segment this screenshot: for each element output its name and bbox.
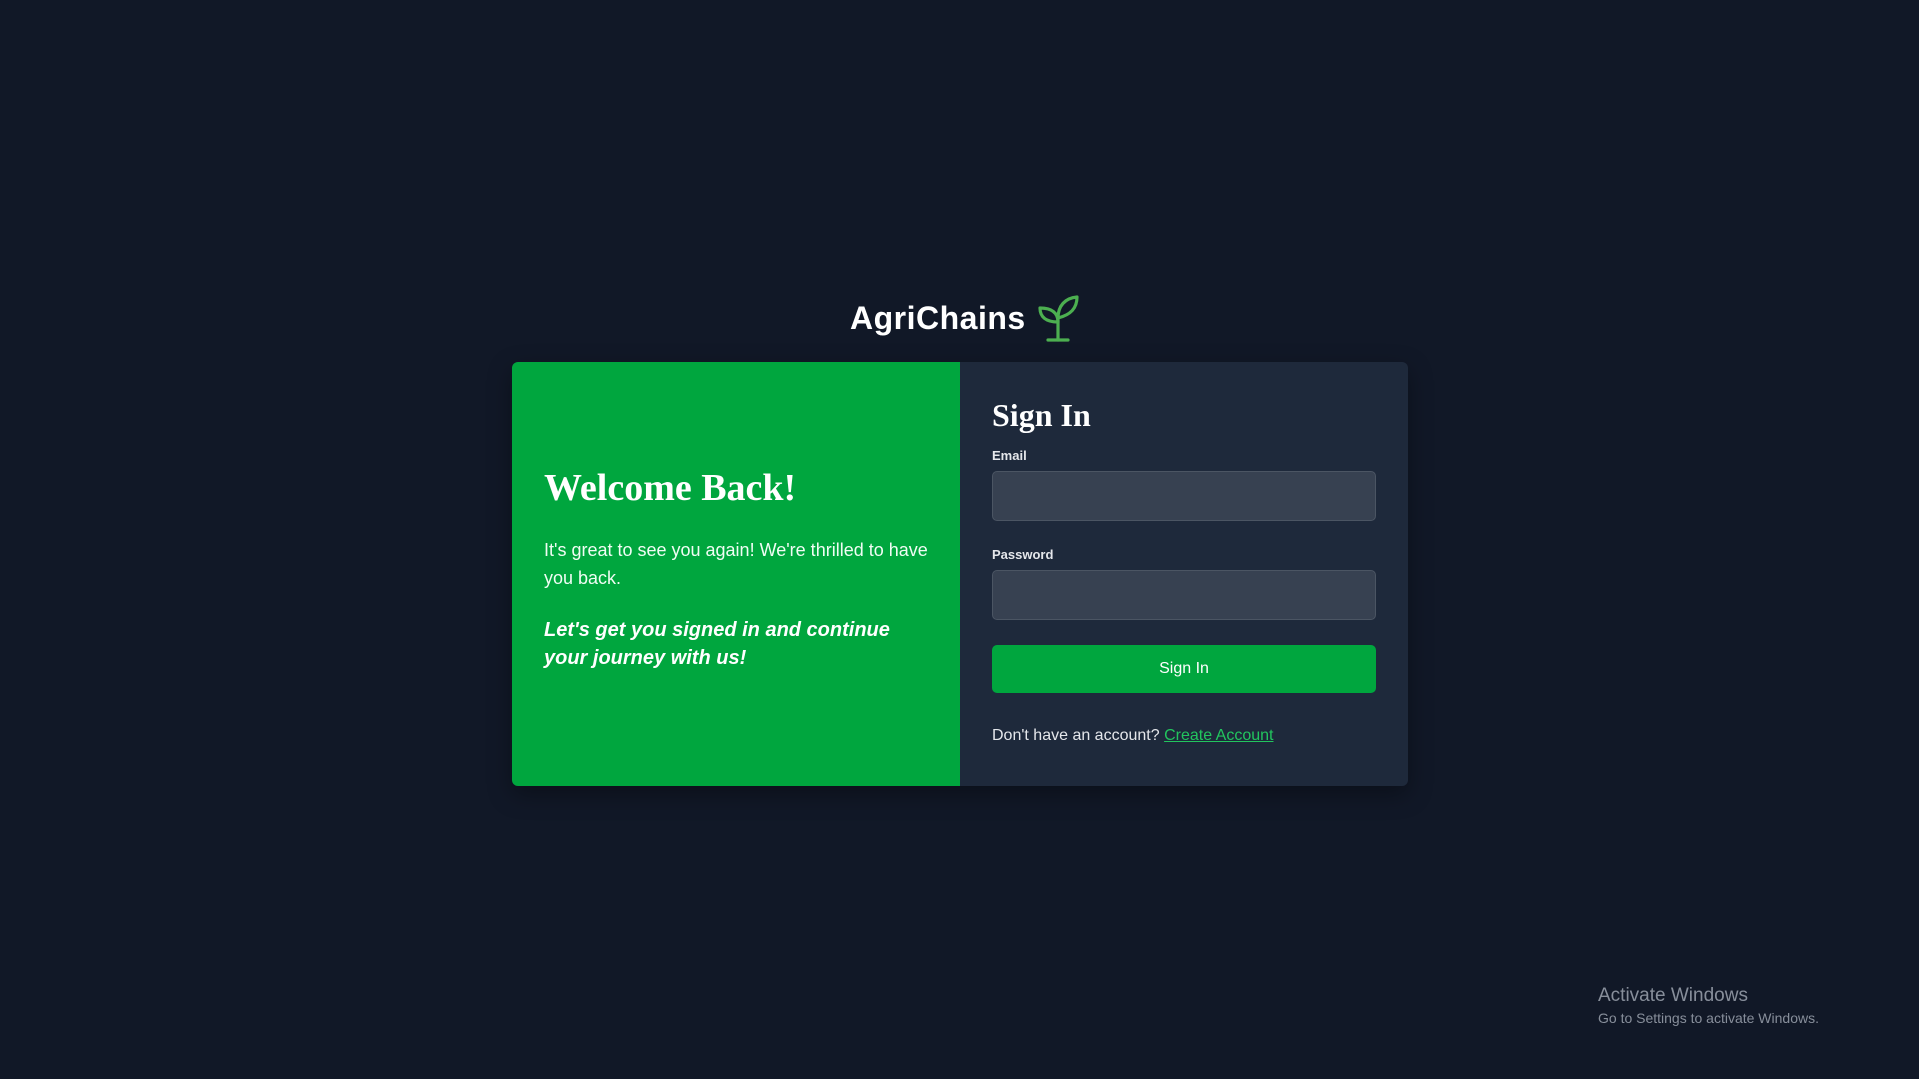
activate-windows-watermark: Activate Windows Go to Settings to activ… <box>1598 984 1819 1028</box>
welcome-title: Welcome Back! <box>544 467 797 509</box>
signin-button[interactable]: Sign In <box>992 645 1376 694</box>
create-account-link[interactable]: Create Account <box>1164 727 1273 744</box>
password-group: Password <box>992 547 1376 621</box>
watermark-title: Activate Windows <box>1598 985 1748 1006</box>
seedling-icon <box>1034 293 1084 343</box>
email-label: Email <box>992 448 1027 464</box>
page: AgriChains Welcome Back! It's great to s… <box>0 0 1919 1079</box>
login-card: Welcome Back! It's great to see you agai… <box>512 362 1408 786</box>
brand-name: AgriChains <box>850 299 1026 336</box>
brand-header: AgriChains <box>850 292 1084 344</box>
password-label: Password <box>992 547 1054 563</box>
welcome-panel: Welcome Back! It's great to see you agai… <box>512 362 960 786</box>
watermark-subtitle: Go to Settings to activate Windows. <box>1598 1010 1819 1026</box>
password-field[interactable] <box>992 570 1376 621</box>
signup-prompt: Don't have an account? Create Account <box>992 727 1376 745</box>
email-field[interactable] <box>992 471 1376 522</box>
signin-panel: Sign In Email Password Sign In Don't hav… <box>960 362 1408 786</box>
signin-title: Sign In <box>992 397 1091 433</box>
welcome-emphasis: Let's get you signed in and continue you… <box>544 618 890 669</box>
welcome-text: It's great to see you again! We're thril… <box>544 539 928 588</box>
email-group: Email <box>992 448 1376 522</box>
no-account-text: Don't have an account? <box>992 727 1160 745</box>
